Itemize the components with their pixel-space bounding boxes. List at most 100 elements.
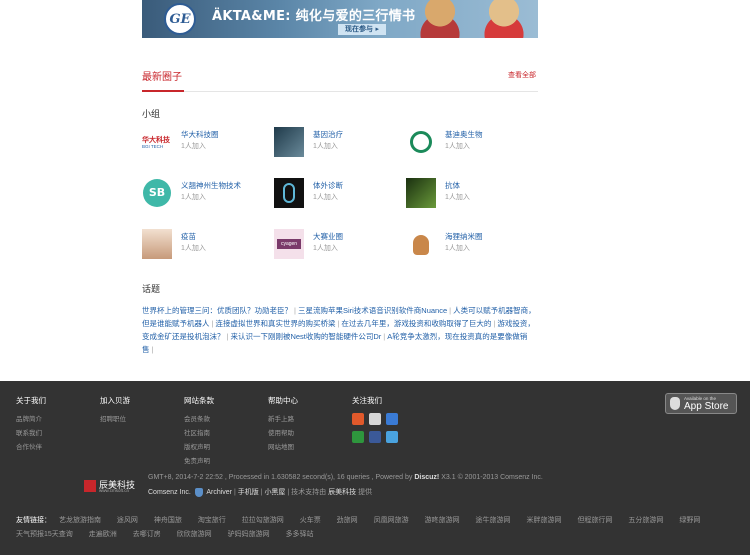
group-thumbnail[interactable] [274,178,304,208]
weibo-icon[interactable] [352,413,364,425]
group-name[interactable]: 体外诊断 [313,180,343,191]
tech-support-link[interactable]: 辰美科技 [328,489,356,496]
twitter-icon[interactable] [386,431,398,443]
separator: | [211,319,214,328]
group-members: 1人加入 [313,194,338,201]
powered-by-link[interactable]: Discuz! [414,474,439,481]
friend-link[interactable]: 欣欣旅游网 [177,531,212,538]
group-name[interactable]: 抗体 [445,180,460,191]
separator: | [493,319,496,328]
group-name[interactable]: 大赛业圈 [313,231,343,242]
group-thumbnail[interactable] [406,178,436,208]
friend-link[interactable]: 五分旅游网 [628,517,663,524]
app-store-badge[interactable]: Available on the App Store [665,393,737,414]
flickr-icon[interactable] [369,413,381,425]
friend-link[interactable]: 艺龙旅游指南 [59,517,101,524]
group-name[interactable]: 基迪奥生物 [445,129,483,140]
group-thumbnail[interactable] [406,229,436,259]
group-name[interactable]: 义翘神州生物技术 [181,180,241,191]
friend-link[interactable]: 劲旅网 [337,517,358,524]
friend-link[interactable]: 走遍欧洲 [89,531,117,538]
group-item[interactable]: 海狸纳米圈 1人加入 [406,229,526,259]
group-item[interactable]: 体外诊断 1人加入 [274,178,394,208]
friend-link[interactable]: 淘宝旅行 [198,517,226,524]
topic-link[interactable]: 三星流购苹果Siri技术语音识别软件商Nuance [298,306,447,315]
separator: | [337,319,340,328]
dna-icon [283,183,295,203]
footer-link[interactable]: 会员条款 [184,413,214,427]
friend-link[interactable]: 驴妈妈旅游网 [228,531,270,538]
group-name[interactable]: 华大科技圈 [181,129,219,140]
see-all-link[interactable]: 查看全部 [508,70,536,80]
friend-link[interactable]: 凤凰网旅游 [374,517,409,524]
group-item[interactable]: 抗体 1人加入 [406,178,526,208]
footer-column-join: 加入贝游 招聘职位 [100,395,130,427]
topic-link[interactable]: 来认识一下刚刚被Nest收购的智能硬件公司Dr [230,332,381,341]
teddy-bear-image [414,0,466,38]
friend-link[interactable]: 神舟国旅 [154,517,182,524]
topic-link[interactable]: 世界杯上的管理三问：优质团队？功勋老臣？ [142,306,292,315]
footer-link[interactable]: 版权声明 [184,441,214,455]
footer-link[interactable]: 合作伙伴 [16,441,46,455]
group-thumbnail[interactable]: 华大科技 BGI TECH [142,127,172,157]
footer-link[interactable]: 免责声明 [184,455,214,469]
copyright-line: GMT+8, 2014-7-2 22:52 , Processed in 1.6… [148,474,543,481]
friend-links-label: 友情链接： [16,517,51,524]
group-thumbnail[interactable] [142,229,172,259]
group-thumbnail[interactable]: cyagen [274,229,304,259]
tech-support-suffix: 提供 [358,489,373,496]
archiver-link[interactable]: Archiver [206,489,232,496]
group-thumbnail[interactable] [406,127,436,157]
friend-link[interactable]: 米胖旅游网 [526,517,561,524]
friend-link[interactable]: 拉拉勾旅游网 [242,517,284,524]
footer-link[interactable]: 社区指南 [184,427,214,441]
group-name[interactable]: 疫苗 [181,231,196,242]
banner-title: ÄKTA&ME: 纯化与爱的三行情书 [212,9,416,24]
footer-link[interactable]: 品牌简介 [16,413,46,427]
mobile-link[interactable]: 手机版 [238,489,259,496]
facebook-icon[interactable] [369,431,381,443]
topic-link[interactable]: 在过去几年里，游戏投资和收购取得了巨大的 [341,319,491,328]
group-thumbnail[interactable]: SB [142,178,172,208]
footer-column-heading: 关于我们 [16,396,46,405]
group-name[interactable]: 海狸纳米圈 [445,231,483,242]
friend-link[interactable]: 途风网 [117,517,138,524]
footer-column-follow: 关注我们 [352,395,398,449]
topic-link[interactable]: 连接虚拟世界和真实世界的购买桥梁 [215,319,335,328]
footer-link[interactable]: 联系我们 [16,427,46,441]
group-item[interactable]: 华大科技 BGI TECH 华大科技圈 1人加入 [142,127,262,157]
footer-link[interactable]: 使用帮助 [268,427,298,441]
footer-column-terms: 网站条款 会员条款 社区指南 版权声明 免责声明 [184,395,214,469]
group-item[interactable]: 基迪奥生物 1人加入 [406,127,526,157]
group-item[interactable]: SB 义翘神州生物技术 1人加入 [142,178,262,208]
friend-link[interactable]: 天气预报15天查询 [16,531,73,538]
blackroom-link[interactable]: 小黑屋 [264,489,285,496]
friend-link[interactable]: 火车票 [300,517,321,524]
friend-link[interactable]: 绿野网 [679,517,700,524]
friend-link[interactable]: 多多驿站 [286,531,314,538]
friend-link[interactable]: 游咚旅游网 [425,517,460,524]
group-members: 1人加入 [445,143,470,150]
group-name[interactable]: 基因治疗 [313,129,343,140]
banner-cta-button[interactable]: 现在参与 ▸ [338,24,386,35]
comsenz-link[interactable]: Comsenz Inc. [148,489,191,496]
group-item[interactable]: 基因治疗 1人加入 [274,127,394,157]
friend-link[interactable]: 去哪订房 [133,531,161,538]
separator: | [151,345,154,354]
group-members: 1人加入 [181,143,206,150]
company-mark-icon [84,480,96,492]
promo-banner[interactable]: GE ÄKTA&ME: 纯化与爱的三行情书 现在参与 ▸ [142,0,538,38]
section-title: 最新圈子 [142,72,182,83]
friend-link[interactable]: 途牛旅游网 [476,517,511,524]
group-thumbnail[interactable] [274,127,304,157]
separator: | [383,332,386,341]
douban-icon[interactable] [352,431,364,443]
group-item[interactable]: 疫苗 1人加入 [142,229,262,259]
footer-link[interactable]: 新手上路 [268,413,298,427]
footer-link[interactable]: 网站地图 [268,441,298,455]
friend-link[interactable]: 但程旅行网 [577,517,612,524]
group-item[interactable]: cyagen 大赛业圈 1人加入 [274,229,394,259]
footer-link[interactable]: 招聘职位 [100,413,130,427]
section-divider-accent [142,90,184,92]
qzone-icon[interactable] [386,413,398,425]
